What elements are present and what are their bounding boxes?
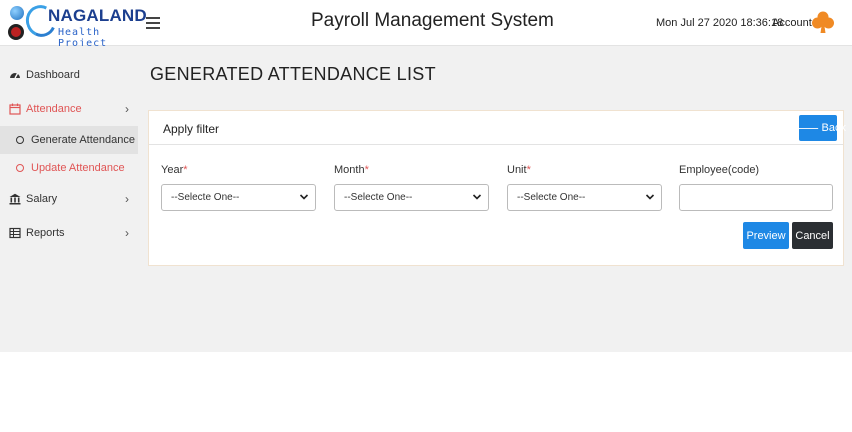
sidebar-subitem-label: Generate Attendance bbox=[31, 134, 135, 146]
sidebar-subitem-update-attendance[interactable]: Update Attendance bbox=[0, 154, 138, 182]
required-mark: * bbox=[364, 164, 369, 176]
sidebar-item-salary[interactable]: Salary › bbox=[0, 182, 138, 216]
calendar-icon bbox=[9, 103, 21, 115]
sidebar: Dashboard Attendance › Generate Attendan… bbox=[0, 46, 138, 352]
filter-card-header: Apply filter 🡐 Back bbox=[149, 111, 846, 145]
month-select[interactable]: --Selecte One-- bbox=[334, 184, 489, 211]
unit-select-value: --Selecte One-- bbox=[517, 192, 586, 203]
year-label: Year* bbox=[161, 164, 188, 176]
back-button-label: Back bbox=[821, 122, 846, 134]
preview-button[interactable]: Preview bbox=[743, 222, 789, 249]
employee-code-input[interactable] bbox=[679, 184, 833, 211]
arrow-left-icon: 🡐 bbox=[790, 123, 820, 135]
main-content: GENERATED ATTENDANCE LIST Apply filter 🡐… bbox=[138, 46, 852, 352]
chevron-down-icon bbox=[472, 194, 482, 200]
sidebar-item-label: Salary bbox=[26, 193, 58, 205]
unit-label: Unit* bbox=[507, 164, 531, 176]
seal-icon bbox=[8, 24, 24, 40]
sidebar-subitem-generate-attendance[interactable]: Generate Attendance bbox=[0, 126, 138, 154]
back-button[interactable]: 🡐 Back bbox=[790, 115, 846, 141]
chevron-down-icon bbox=[299, 194, 309, 200]
unit-select[interactable]: --Selecte One-- bbox=[507, 184, 662, 211]
globe-icon bbox=[10, 6, 24, 20]
circle-icon bbox=[16, 164, 24, 172]
chevron-right-icon: › bbox=[125, 192, 129, 206]
sidebar-item-dashboard[interactable]: Dashboard bbox=[0, 58, 138, 92]
sidebar-item-reports[interactable]: Reports › bbox=[0, 216, 138, 250]
app-title: Payroll Management System bbox=[311, 10, 554, 31]
sidebar-item-label: Reports bbox=[26, 227, 65, 239]
club-icon[interactable] bbox=[812, 10, 834, 34]
cancel-button[interactable]: Cancel bbox=[792, 222, 833, 249]
hamburger-icon[interactable] bbox=[146, 14, 160, 30]
chevron-right-icon: › bbox=[125, 226, 129, 240]
circle-icon bbox=[16, 136, 24, 144]
filter-card: Apply filter 🡐 Back Year* --Selecte One-… bbox=[148, 110, 846, 266]
bank-icon bbox=[9, 193, 21, 205]
top-header: NAGALAND Health Project Payroll Manageme… bbox=[0, 0, 852, 49]
year-select[interactable]: --Selecte One-- bbox=[161, 184, 316, 211]
filter-card-title: Apply filter bbox=[163, 122, 220, 136]
chevron-down-icon bbox=[645, 194, 655, 200]
sidebar-subitem-label: Update Attendance bbox=[31, 162, 125, 174]
sidebar-item-label: Dashboard bbox=[26, 69, 80, 81]
account-link[interactable]: Account bbox=[772, 17, 812, 29]
required-mark: * bbox=[183, 164, 188, 176]
chevron-right-icon: › bbox=[125, 102, 129, 116]
page-title: GENERATED ATTENDANCE LIST bbox=[150, 64, 436, 84]
required-mark: * bbox=[526, 164, 531, 176]
sidebar-item-label: Attendance bbox=[26, 103, 82, 115]
sidebar-item-attendance[interactable]: Attendance › bbox=[0, 92, 138, 126]
logo-title: NAGALAND bbox=[48, 6, 147, 25]
year-select-value: --Selecte One-- bbox=[171, 192, 240, 203]
nagaland-logo[interactable]: NAGALAND Health Project bbox=[6, 0, 147, 49]
month-select-value: --Selecte One-- bbox=[344, 192, 413, 203]
month-label: Month* bbox=[334, 164, 369, 176]
employee-code-label: Employee(code) bbox=[679, 164, 760, 176]
logo-emblem bbox=[6, 6, 28, 40]
table-icon bbox=[9, 227, 21, 239]
current-datetime: Mon Jul 27 2020 18:36:18 bbox=[656, 17, 784, 29]
tachometer-icon bbox=[9, 69, 21, 81]
